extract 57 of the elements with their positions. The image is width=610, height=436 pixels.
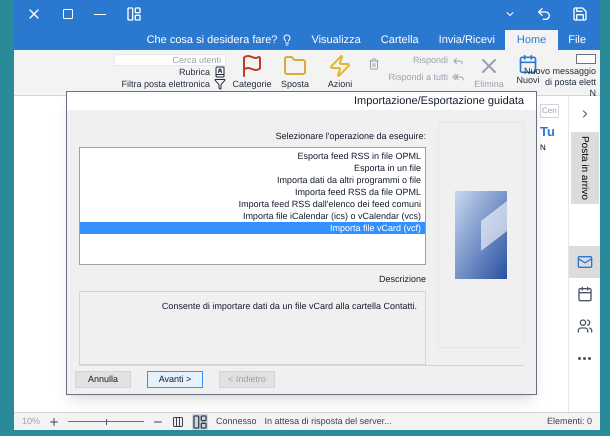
server-status: In attesa di risposta del server...	[264, 414, 392, 428]
move-label[interactable]: Sposta	[280, 78, 310, 92]
more-icon	[578, 356, 591, 360]
address-book-label[interactable]: Rubrica	[178, 66, 210, 78]
ribbon-tab[interactable]: Cartella	[370, 30, 429, 50]
ribbon-tab[interactable]: Home	[504, 30, 558, 50]
inbox-tab[interactable]: Posta in arrivo	[570, 132, 598, 204]
search-people-field[interactable]: Cerca utenti	[114, 54, 226, 66]
description-label: Descrizione	[378, 273, 426, 286]
items-count: Elementi: 0	[546, 414, 592, 428]
operations-list[interactable]	[79, 147, 426, 266]
ribbon-tab[interactable]: Invia/Ricevi	[428, 30, 505, 50]
ribbon-tab[interactable]: Visualizza	[301, 30, 371, 50]
folder-icon	[283, 54, 307, 78]
folder-title: Tu	[540, 123, 555, 141]
tell-me-text[interactable]: Che cosa si desidera fare?	[146, 32, 278, 48]
folder-subtitle: N	[540, 142, 546, 154]
new-message-label: N	[590, 88, 596, 99]
new-items-label[interactable]: Nuovi	[516, 74, 540, 88]
zoom-in-icon	[48, 416, 60, 428]
categories-label[interactable]: Categorie	[232, 78, 272, 92]
search-field-fragment: Cen	[540, 104, 559, 118]
list-item[interactable]: Esporta in un file	[80, 162, 425, 174]
list-item[interactable]: Importa dati da altri programmi o file	[80, 174, 425, 186]
maximize-icon	[62, 8, 74, 20]
reply-all-icon	[452, 71, 464, 84]
zoom-percent: 10%	[22, 414, 40, 428]
lightning-icon	[328, 54, 352, 78]
dialog-button[interactable]: Avanti >	[147, 371, 203, 388]
list-item[interactable]: Importa feed RSS dall'elenco dei feed comuni	[80, 198, 425, 210]
ribbon-tab[interactable]: File	[558, 30, 596, 50]
list-item[interactable]: Esporta feed RSS in file OPML	[80, 150, 425, 162]
nav-button[interactable]	[569, 246, 600, 278]
undo-icon	[536, 6, 552, 22]
new-message-label[interactable]: Nuovo messaggio	[524, 66, 596, 77]
filter-email-label[interactable]: Filtra posta elettronica	[121, 78, 210, 90]
calendar-icon	[576, 286, 592, 302]
mail-icon	[576, 254, 592, 270]
dialog-title: Importazione/Esportazione guidata	[354, 94, 524, 109]
ribbon-display-icon	[126, 6, 142, 22]
prompt-label: Selezionare l'operazione da eseguire:	[276, 130, 426, 143]
dialog-button[interactable]: Annulla	[75, 371, 131, 388]
list-item[interactable]: Importa file iCalendar (ics) o vCalendar (vcs)	[80, 210, 425, 222]
filter-icon	[214, 78, 226, 90]
envelope-icon	[576, 54, 596, 64]
address-book-icon	[214, 66, 226, 78]
reading-view-icon	[172, 416, 184, 428]
people-icon	[576, 318, 592, 334]
connection-status: Connesso	[216, 414, 257, 428]
list-item[interactable]: Importa feed RSS da file OPML	[80, 186, 425, 198]
lightbulb-icon	[281, 34, 294, 46]
flag-icon	[240, 54, 264, 78]
zoom-slider[interactable]	[68, 418, 144, 426]
actions-label[interactable]: Azioni	[328, 78, 352, 92]
save-icon	[572, 6, 588, 22]
description-text: Consente di importare dati da un file vCard alla cartella Contatti.	[162, 300, 417, 313]
new-message-label[interactable]: di posta elett	[544, 77, 596, 88]
